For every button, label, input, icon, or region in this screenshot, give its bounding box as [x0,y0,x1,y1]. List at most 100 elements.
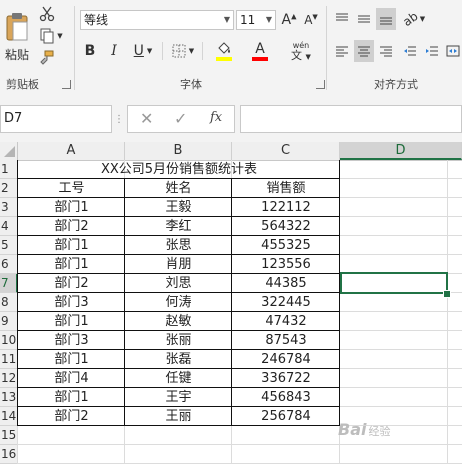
top-align-button[interactable] [332,8,352,30]
font-launcher-icon[interactable] [316,80,325,89]
left-align-button[interactable] [332,40,352,62]
row-header-6[interactable]: 6 [0,255,18,274]
decrease-font-button[interactable]: A▼ [302,10,320,30]
data-cell[interactable]: 246784 [232,350,340,369]
name-box-dropdown-icon[interactable]: ⋮ [114,114,124,125]
underline-button[interactable]: U ▼ [128,40,158,62]
merge-center-button[interactable] [444,40,462,62]
formula-input[interactable] [240,105,462,133]
data-cell[interactable]: 任键 [125,369,232,388]
data-cell[interactable]: 47432 [232,312,340,331]
data-cell[interactable]: 赵敏 [125,312,232,331]
data-cell[interactable]: 部门1 [18,388,125,407]
middle-align-button[interactable] [354,8,374,30]
orientation-button[interactable]: ab ▼ [400,8,428,30]
data-cell[interactable]: 张磊 [125,350,232,369]
header-cell[interactable]: 姓名 [125,179,232,198]
name-box[interactable]: D7 [0,105,112,133]
data-cell[interactable]: 455325 [232,236,340,255]
decrease-indent-button[interactable] [400,40,420,62]
row-header-11[interactable]: 11 [0,350,18,369]
worksheet-grid[interactable]: ABCD 1 2 3 4 5 6 7 8 9 10 11 12 13 14 15 16 XX公司5月份销售额统… [0,142,462,464]
select-all-corner[interactable] [0,142,18,160]
row-header-14[interactable]: 14 [0,407,18,426]
row-header-2[interactable]: 2 [0,179,18,198]
data-cell[interactable]: 部门1 [18,350,125,369]
column-header-a[interactable]: A [18,142,125,160]
row-header-10[interactable]: 10 [0,331,18,350]
data-cell[interactable]: 部门1 [18,236,125,255]
header-cell[interactable]: 工号 [18,179,125,198]
row-header-9[interactable]: 9 [0,312,18,331]
font-size-combo[interactable]: 11 ▼ [236,10,276,30]
font-color-button[interactable]: A [244,40,276,62]
borders-button[interactable]: ▼ [168,40,198,62]
data-cell[interactable]: 部门1 [18,198,125,217]
bottom-align-button[interactable] [376,8,396,30]
data-cell[interactable]: 部门2 [18,274,125,293]
enter-icon[interactable]: ✓ [174,109,187,128]
phonetic-button[interactable]: wén 文 ▼ [284,40,318,62]
cancel-icon[interactable]: ✕ [140,109,153,128]
data-cell[interactable]: 部门3 [18,331,125,350]
center-align-button[interactable] [354,40,374,62]
data-cell[interactable]: 张丽 [125,331,232,350]
right-align-button[interactable] [376,40,396,62]
row-header-16[interactable]: 16 [0,445,18,464]
fill-color-button[interactable] [208,40,240,62]
cut-button[interactable] [36,4,58,24]
data-cell[interactable]: 王毅 [125,198,232,217]
table-title-cell[interactable]: XX公司5月份销售额统计表 [18,160,340,179]
data-cell[interactable]: 肖朋 [125,255,232,274]
phonetic-char-icon: 文 ▼ [291,48,311,62]
align-center-icon [358,46,370,57]
gridline-horizontal [18,444,462,445]
data-cell[interactable]: 336722 [232,369,340,388]
data-cell[interactable]: 部门4 [18,369,125,388]
increase-indent-button[interactable] [422,40,442,62]
data-cell[interactable]: 王丽 [125,407,232,426]
row-header-7[interactable]: 7 [0,274,18,293]
row-header-15[interactable]: 15 [0,426,18,445]
italic-button[interactable]: I [104,40,124,62]
font-name-combo[interactable]: 等线 ▼ [80,10,234,30]
data-cell[interactable]: 44385 [232,274,340,293]
format-painter-button[interactable] [36,48,58,68]
data-cell[interactable]: 256784 [232,407,340,426]
data-cell[interactable]: 322445 [232,293,340,312]
data-cell[interactable]: 张思 [125,236,232,255]
data-cell[interactable]: 564322 [232,217,340,236]
data-cell[interactable]: 部门2 [18,217,125,236]
increase-font-button[interactable]: A▲ [280,10,298,30]
clipboard-launcher-icon[interactable] [62,80,71,89]
data-cell[interactable]: 122112 [232,198,340,217]
data-cell[interactable]: 何涛 [125,293,232,312]
data-cell[interactable]: 87543 [232,331,340,350]
row-header-13[interactable]: 13 [0,388,18,407]
row-header-8[interactable]: 8 [0,293,18,312]
data-cell[interactable]: 部门2 [18,407,125,426]
header-cell[interactable]: 销售额 [232,179,340,198]
row-header-3[interactable]: 3 [0,198,18,217]
data-cell[interactable]: 李红 [125,217,232,236]
column-header-b[interactable]: B [125,142,232,160]
row-header-4[interactable]: 4 [0,217,18,236]
column-header-d[interactable]: D [340,142,462,160]
paste-button[interactable]: 粘贴 [0,4,34,70]
copy-button[interactable]: ▼ [36,26,66,46]
active-cell-cursor[interactable] [340,272,448,294]
data-cell[interactable]: 456843 [232,388,340,407]
data-cell[interactable]: 刘思 [125,274,232,293]
row-header-1[interactable]: 1 [0,160,18,179]
data-cell[interactable]: 部门1 [18,312,125,331]
row-header-5[interactable]: 5 [0,236,18,255]
column-header-c[interactable]: C [232,142,340,160]
bold-button[interactable]: B [80,40,100,62]
data-cell[interactable]: 王宇 [125,388,232,407]
insert-function-button[interactable]: fx [210,110,222,125]
fill-handle[interactable] [443,290,451,298]
data-cell[interactable]: 部门1 [18,255,125,274]
data-cell[interactable]: 123556 [232,255,340,274]
row-header-12[interactable]: 12 [0,369,18,388]
data-cell[interactable]: 部门3 [18,293,125,312]
